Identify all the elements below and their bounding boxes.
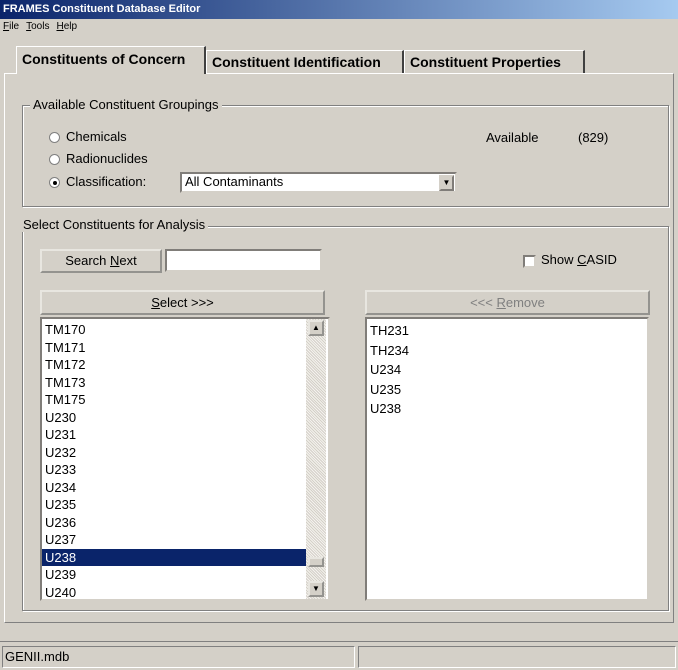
status-panel-2 — [358, 646, 676, 668]
scrollbar[interactable]: ▲ ▼ — [306, 319, 326, 599]
tab-constituent-identification[interactable]: Constituent Identification — [206, 50, 404, 74]
groupings-legend: Available Constituent Groupings — [30, 98, 222, 112]
status-file: GENII.mdb — [2, 646, 355, 668]
list-item[interactable]: U233 — [42, 461, 306, 479]
list-item[interactable]: TM171 — [42, 339, 306, 357]
classification-radio[interactable] — [49, 177, 60, 188]
list-item[interactable]: TM172 — [42, 356, 306, 374]
list-item[interactable]: TM170 — [42, 321, 306, 339]
selected-items: TH231 TH234 U234 U235 U238 — [367, 322, 645, 420]
list-item[interactable]: TH234 — [367, 342, 645, 362]
chevron-down-icon[interactable]: ▼ — [439, 175, 454, 191]
list-item[interactable]: TM173 — [42, 374, 306, 392]
window-title: FRAMES Constituent Database Editor — [0, 0, 678, 19]
list-item[interactable]: U230 — [42, 409, 306, 427]
list-item[interactable]: U237 — [42, 531, 306, 549]
list-item[interactable]: U232 — [42, 444, 306, 462]
menu-bar: File Tools Help — [0, 19, 678, 35]
show-casid-checkbox[interactable] — [523, 255, 536, 268]
radionuclides-label: Radionuclides — [66, 151, 148, 166]
list-item[interactable]: U235 — [367, 381, 645, 401]
classification-value: All Contaminants — [185, 174, 284, 189]
selected-listbox[interactable]: TH231 TH234 U234 U235 U238 — [365, 317, 649, 601]
list-item[interactable]: U236 — [42, 514, 306, 532]
list-item[interactable]: U240 — [42, 584, 306, 600]
status-bar: GENII.mdb — [0, 641, 678, 670]
classification-select[interactable]: All Contaminants ▼ — [180, 172, 457, 193]
classification-label: Classification: — [66, 174, 147, 189]
search-input[interactable] — [165, 249, 322, 272]
tab-constituent-properties[interactable]: Constituent Properties — [404, 50, 585, 74]
radio-selected-dot — [53, 181, 57, 185]
available-count: (829) — [578, 130, 609, 145]
list-item[interactable]: U235 — [42, 496, 306, 514]
list-item[interactable]: TM175 — [42, 391, 306, 409]
chemicals-radio[interactable] — [49, 132, 60, 143]
list-item[interactable]: TH231 — [367, 322, 645, 342]
chemicals-label: Chemicals — [66, 129, 127, 144]
menu-help[interactable]: Help — [53, 19, 81, 32]
list-item[interactable]: U238 — [42, 548, 306, 566]
remove-button[interactable]: <<< Remove — [365, 290, 650, 315]
analysis-legend: Select Constituents for Analysis — [20, 218, 209, 232]
scroll-thumb[interactable] — [308, 557, 324, 567]
available-label: Available — [486, 130, 539, 145]
list-item[interactable]: U238 — [367, 400, 645, 420]
list-item[interactable]: U234 — [367, 361, 645, 381]
radionuclides-radio[interactable] — [49, 154, 60, 165]
menu-file[interactable]: File — [0, 19, 23, 32]
scroll-up-icon[interactable]: ▲ — [308, 320, 324, 336]
scroll-down-icon[interactable]: ▼ — [308, 581, 324, 597]
list-item[interactable]: U239 — [42, 566, 306, 584]
available-items: TM170 TM171 TM172 TM173 TM175 U230 U231 U232 U23… — [42, 321, 306, 600]
show-casid-label: Show CASID — [541, 252, 617, 267]
search-next-button[interactable]: Search Next — [40, 249, 162, 273]
list-item[interactable]: U234 — [42, 479, 306, 497]
menu-tools[interactable]: Tools — [23, 19, 53, 32]
list-item[interactable]: U231 — [42, 426, 306, 444]
tab-constituents-of-concern[interactable]: Constituents of Concern — [16, 46, 206, 74]
select-button[interactable]: Select >>> — [40, 290, 325, 315]
available-listbox[interactable]: TM170 TM171 TM172 TM173 TM175 U230 U231 U232 U23… — [40, 317, 330, 601]
